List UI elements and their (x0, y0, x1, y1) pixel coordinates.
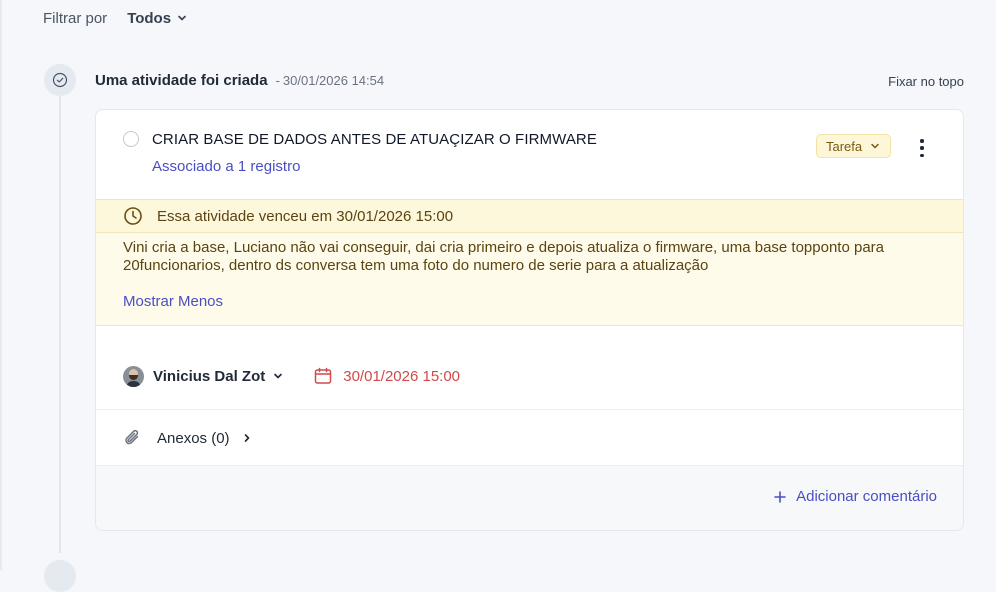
association-link[interactable]: Associado a 1 registro (152, 158, 300, 175)
due-date-picker[interactable]: 30/01/2026 15:00 (313, 366, 460, 386)
chevron-down-icon[interactable] (273, 371, 283, 381)
clock-icon (124, 207, 142, 225)
timeline-marker-next (44, 560, 76, 592)
chevron-down-icon (178, 15, 186, 21)
filter-value: Todos (127, 9, 172, 27)
paperclip-icon (125, 429, 139, 445)
calendar-icon (315, 367, 332, 384)
plus-icon (774, 490, 786, 503)
page-left-border (0, 0, 2, 570)
assignment-row: Vinicius Dal Zot 30/01/2026 15:00 (96, 343, 963, 410)
avatar (123, 365, 144, 387)
task-description: Vini cria a base, Luciano não vai conseg… (123, 239, 884, 274)
comment-section: Adicionar comentário (96, 466, 963, 530)
task-type-dropdown[interactable]: Tarefa (816, 134, 892, 158)
event-timestamp: 30/01/2026 14:54 (282, 73, 385, 88)
event-title: Uma atividade foi criada (95, 72, 268, 89)
event-header: Uma atividade foi criada -30/01/2026 14:5… (95, 72, 384, 89)
add-comment-label: Adicionar comentário (796, 488, 937, 505)
timeline-marker (44, 64, 76, 96)
overdue-banner: Essa atividade venceu em 30/01/2026 15:0… (96, 199, 963, 233)
task-description-box: Vini cria a base, Luciano não vai conseg… (96, 233, 963, 326)
assignee-name[interactable]: Vinicius Dal Zot (153, 368, 265, 385)
timeline-line (59, 93, 61, 553)
overdue-text: Essa atividade venceu em 30/01/2026 15:0… (157, 207, 454, 225)
due-date-value: 30/01/2026 15:00 (343, 367, 461, 385)
task-card: CRIAR BASE DE DADOS ANTES DE ATUAÇIZAR O… (95, 109, 964, 531)
add-comment-button[interactable]: Adicionar comentário (774, 488, 937, 505)
filter-label: Filtrar por (43, 9, 108, 27)
pin-to-top-link[interactable]: Fixar no topo (888, 74, 964, 89)
task-title: CRIAR BASE DE DADOS ANTES DE ATUAÇIZAR O… (152, 131, 597, 148)
chevron-down-icon (871, 143, 879, 149)
kebab-menu-icon[interactable] (914, 139, 930, 157)
chevron-right-icon (244, 434, 249, 442)
filter-bar: Filtrar por Todos (43, 8, 187, 28)
attachments-label: Anexos (0) (157, 429, 230, 447)
filter-dropdown[interactable]: Todos (127, 10, 187, 27)
attachments-row[interactable]: Anexos (0) (96, 411, 963, 466)
task-type-label: Tarefa (826, 138, 863, 154)
event-separator: - (275, 73, 280, 88)
check-circle-icon (52, 72, 68, 88)
task-complete-checkbox[interactable] (123, 131, 139, 147)
show-less-link[interactable]: Mostrar Menos (123, 293, 223, 310)
